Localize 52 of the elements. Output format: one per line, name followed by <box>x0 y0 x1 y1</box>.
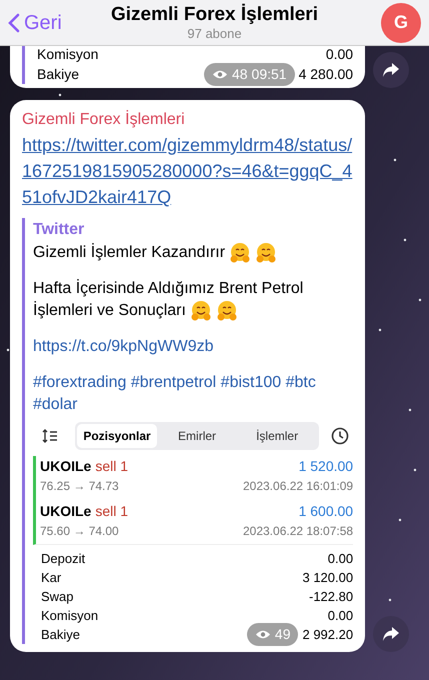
eye-icon <box>254 629 271 640</box>
channel-avatar[interactable]: G <box>381 2 421 42</box>
symbol: UKOILe <box>40 502 92 522</box>
summary-label: Depozit <box>41 550 86 568</box>
view-count: 48 <box>232 64 248 84</box>
preview-text: Hafta İçerisinde Aldığımız Brent Petrol İşlemleri ve Sonuçları <box>33 278 354 322</box>
summary-value: 3 120.00 <box>302 569 354 588</box>
summary-label: Komisyon <box>41 607 98 626</box>
summary-value: 2 992.20 <box>302 626 354 644</box>
message-time: 09:51 <box>252 64 287 84</box>
summary-value: 4 280.00 <box>298 64 354 84</box>
tab[interactable]: İşlemler <box>237 424 318 448</box>
profit-value: 1 600.00 <box>298 502 354 522</box>
summary-value: 0.00 <box>326 44 354 64</box>
share-icon <box>382 626 400 642</box>
preview-text: Gizemli İşlemler Kazandırır <box>33 242 354 264</box>
summary-value: 0.00 <box>328 550 354 568</box>
preview-link[interactable]: https://t.co/9kpNgWW9zb <box>33 336 354 358</box>
summary-label: Kar <box>41 569 62 588</box>
symbol: UKOILe <box>40 457 92 476</box>
preview-site-name: Twitter <box>33 220 86 240</box>
clock-icon <box>331 427 350 446</box>
price-change: 75.60 → 74.00 <box>40 523 119 540</box>
price-change: 76.25 → 74.73 <box>40 478 119 496</box>
back-button[interactable]: Geri <box>8 8 88 38</box>
summary-label: Komisyon <box>37 44 98 64</box>
sender-name: Gizemli Forex İşlemleri <box>22 109 186 130</box>
hugging-emoji-icon <box>255 242 278 264</box>
summary-label: Bakiye <box>41 626 80 644</box>
channel-title: Gizemli Forex İşlemleri <box>111 2 318 26</box>
back-chevron-icon <box>8 12 20 32</box>
tab[interactable]: Pozisyonlar <box>77 424 158 448</box>
hugging-emoji-icon <box>229 242 252 264</box>
trade-side: sell 1 <box>95 457 128 476</box>
summary-label: Bakiye <box>37 64 80 84</box>
sort-icon <box>41 429 59 444</box>
hugging-emoji-icon <box>190 300 212 322</box>
subscriber-count: 97 abone <box>187 26 242 42</box>
preview-link[interactable]: #forextrading #brentpetrol #bist100 #btc #dolar <box>33 372 354 416</box>
trade-time: 2023.06.22 18:07:58 <box>242 523 354 540</box>
summary-value: -122.80 <box>309 588 354 606</box>
summary-label: Swap <box>41 588 74 606</box>
profit-value: 1 520.00 <box>298 457 354 476</box>
tab[interactable]: Emirler <box>157 424 238 448</box>
tweet-link[interactable]: https://twitter.com/gizemmyldrm48/status/1672519815905280000?s=46&t=ggqC_451ofvJD2kair417Q <box>22 132 354 210</box>
share-icon <box>382 62 400 78</box>
hugging-emoji-icon <box>216 300 238 322</box>
view-count: 49 <box>274 625 290 644</box>
trade-time: 2023.06.22 16:01:09 <box>242 478 354 496</box>
eye-icon <box>212 68 228 80</box>
summary-value: 0.00 <box>328 607 354 626</box>
trade-side: sell 1 <box>95 502 128 522</box>
